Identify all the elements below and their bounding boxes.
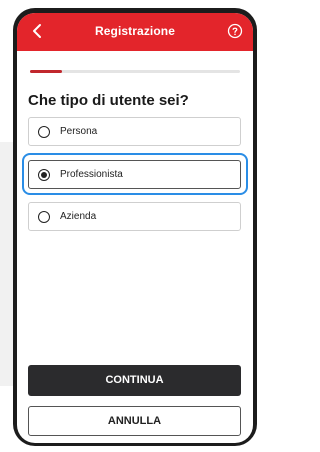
app-header: Registrazione: [17, 13, 253, 51]
option-azienda[interactable]: Azienda: [28, 202, 241, 231]
progress-fill: [30, 70, 62, 73]
radio-button[interactable]: [38, 211, 50, 223]
question-title: Che tipo di utente sei?: [28, 92, 189, 109]
radio-button[interactable]: [38, 126, 50, 138]
page-title: Registrazione: [95, 24, 175, 38]
option-label: Persona: [60, 126, 98, 137]
progress-bar: [30, 70, 240, 73]
app-screen: Registrazione Che tipo di utente sei? Pe…: [17, 13, 253, 443]
option-label: Professionista: [60, 169, 123, 180]
option-label: Azienda: [60, 211, 97, 222]
radio-button-selected[interactable]: [38, 169, 50, 181]
option-professionista[interactable]: Professionista: [28, 160, 241, 189]
phone-frame: Registrazione Che tipo di utente sei? Pe…: [13, 8, 257, 446]
cancel-button[interactable]: ANNULLA: [28, 406, 241, 436]
option-persona[interactable]: Persona: [28, 117, 241, 146]
help-circle-icon[interactable]: [227, 23, 243, 39]
continue-button[interactable]: CONTINUA: [28, 365, 241, 396]
